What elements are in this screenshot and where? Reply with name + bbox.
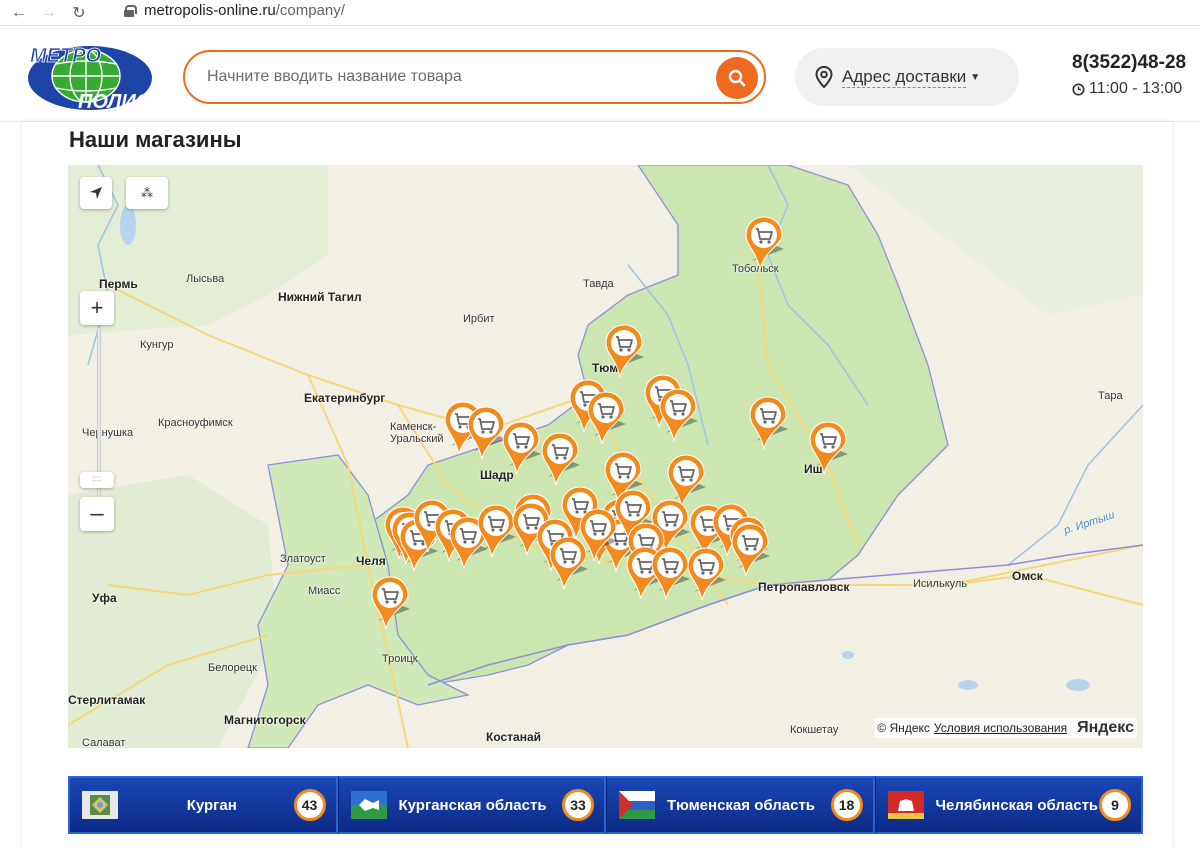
delivery-address-button[interactable]: Адрес доставки ▼ (795, 48, 1019, 106)
map-label-ufa: Уфа (92, 591, 117, 605)
zoom-in-button[interactable]: + (80, 291, 114, 325)
region-name: Челябинская область (935, 796, 1099, 814)
map-label-tara: Тара (1098, 390, 1123, 402)
map-label-isilkul: Исилькуль (913, 578, 968, 590)
terms-link[interactable]: Условия использования (934, 721, 1067, 735)
store-marker[interactable] (686, 546, 726, 602)
map-label-n-tagil: Нижний Тагил (278, 290, 362, 304)
location-pin-icon (815, 66, 833, 88)
clock-icon (1072, 82, 1085, 96)
store-marker[interactable] (748, 395, 788, 451)
kurgan-coat-of-arms-icon (82, 791, 118, 819)
region-tab-kurgan[interactable]: Курган 43 (68, 776, 338, 834)
map-label-chernushka: Чернушка (82, 427, 134, 439)
map-label-chel: Челя (356, 554, 386, 568)
store-marker[interactable] (808, 420, 848, 476)
search-button[interactable] (716, 57, 758, 99)
region-name: Курганская область (398, 796, 547, 814)
metropolis-logo[interactable]: МЕТРО ПОЛИС (24, 36, 154, 114)
working-hours: 11:00 - 13:00 (1072, 80, 1182, 98)
store-count-badge: 18 (830, 789, 863, 821)
working-hours-text: 11:00 - 13:00 (1089, 80, 1183, 97)
store-count-badge: 33 (562, 789, 594, 821)
search-input[interactable] (207, 68, 687, 86)
map-label-omsk: Омск (1012, 569, 1043, 583)
store-marker[interactable] (578, 507, 618, 563)
map-label-kungur: Кунгур (140, 339, 174, 351)
region-tab-tyumen-oblast[interactable]: Тюменская область 18 (606, 776, 875, 834)
map-label-ekb: Екатеринбург (304, 391, 386, 405)
minus-icon: – (90, 500, 104, 527)
tyumen-oblast-flag-icon (619, 791, 655, 819)
traffic-button[interactable]: ⁂ (126, 177, 168, 209)
store-marker[interactable] (744, 215, 784, 271)
store-marker[interactable] (370, 575, 410, 631)
map-label-troitsk: Троицк (382, 653, 418, 665)
browser-toolbar: ← → ↻ metropolis-online.ru/company/ (0, 0, 1200, 26)
store-marker[interactable] (501, 420, 541, 476)
map-copyright: © Яндекс Условия использования Яндекс (874, 718, 1137, 738)
address-bar[interactable]: metropolis-online.ru/company/ (124, 2, 345, 19)
cluster-icon: ⁂ (141, 186, 153, 200)
svg-text:ПОЛИС: ПОЛИС (78, 91, 151, 113)
store-marker[interactable] (650, 545, 690, 601)
chevron-down-icon: ▼ (970, 71, 981, 83)
copyright-text: © Яндекс (877, 721, 930, 735)
url-path: /company/ (275, 2, 345, 19)
navigation-arrow-icon (90, 187, 102, 199)
store-marker[interactable] (476, 503, 516, 559)
url-host: metropolis-online.ru (144, 2, 276, 19)
map-label-irbit: Ирбит (463, 313, 495, 325)
delivery-address-label: Адрес доставки (842, 66, 967, 88)
page-title: Наши магазины (69, 127, 242, 152)
plus-icon: + (90, 295, 104, 320)
store-count-badge: 43 (293, 789, 326, 821)
map-label-salavat: Салават (82, 737, 126, 748)
search-box (183, 50, 766, 104)
map-label-petropavlovsk: Петропавловск (758, 580, 850, 594)
map-label-perm: Пермь (99, 277, 138, 291)
site-header: МЕТРО ПОЛИС Адрес доставки ▼ 8(3522)48-2… (0, 26, 1200, 122)
region-tab-kurgan-oblast[interactable]: Курганская область 33 (337, 776, 606, 834)
svg-text:МЕТРО: МЕТРО (30, 45, 102, 67)
store-marker[interactable] (730, 522, 770, 578)
search-icon (728, 69, 746, 87)
zoom-out-button[interactable]: – (80, 497, 114, 531)
map-label-beloretsk: Белорецк (208, 662, 257, 674)
map-label-kostanay: Костанай (486, 730, 542, 744)
back-arrow-icon[interactable]: ← (8, 2, 30, 24)
map-label-kokshetau: Кокшетау (790, 724, 839, 736)
map-label-magnitogorsk: Магнитогорск (224, 713, 306, 727)
geolocation-button[interactable] (80, 177, 112, 209)
reload-icon[interactable]: ↻ (68, 2, 90, 24)
map-label-zlatoust: Златоуст (280, 553, 326, 565)
region-tab-chelyabinsk-oblast[interactable]: Челябинская область 9 (874, 776, 1143, 834)
lock-icon (124, 4, 137, 17)
map-label-sterlitamak: Стерлитамак (68, 693, 146, 707)
store-marker[interactable] (466, 405, 506, 461)
phone-number[interactable]: 8(3522)48-28 (1072, 52, 1186, 74)
zoom-slider-track[interactable] (97, 328, 101, 496)
map-label-krasnoufimsk: Красноуфимск (158, 417, 233, 429)
store-count-badge: 9 (1099, 789, 1131, 821)
region-tabs: Курган 43 Курганская область 33 Тюменска… (68, 776, 1143, 834)
map-label-tavda: Тавда (583, 278, 614, 290)
stores-map[interactable]: Пермь Лысьва Нижний Тагил Тавда Тобольск… (68, 165, 1143, 748)
store-marker[interactable] (540, 431, 580, 487)
region-name: Тюменская область (667, 796, 816, 814)
zoom-slider-handle[interactable]: :::: (80, 472, 114, 488)
forward-arrow-icon[interactable]: → (38, 2, 60, 24)
region-name: Курган (186, 796, 237, 814)
store-marker[interactable] (604, 323, 644, 379)
yandex-logo: Яндекс (1077, 719, 1134, 736)
store-marker[interactable] (586, 390, 626, 446)
map-label-kamensk: Каменск-Уральский (390, 421, 444, 445)
store-marker[interactable] (658, 387, 698, 443)
kurgan-oblast-flag-icon (350, 791, 387, 819)
map-label-miass: Миасс (308, 585, 341, 597)
map-label-lysva: Лысьва (186, 273, 225, 285)
chelyabinsk-oblast-flag-icon (887, 791, 924, 819)
